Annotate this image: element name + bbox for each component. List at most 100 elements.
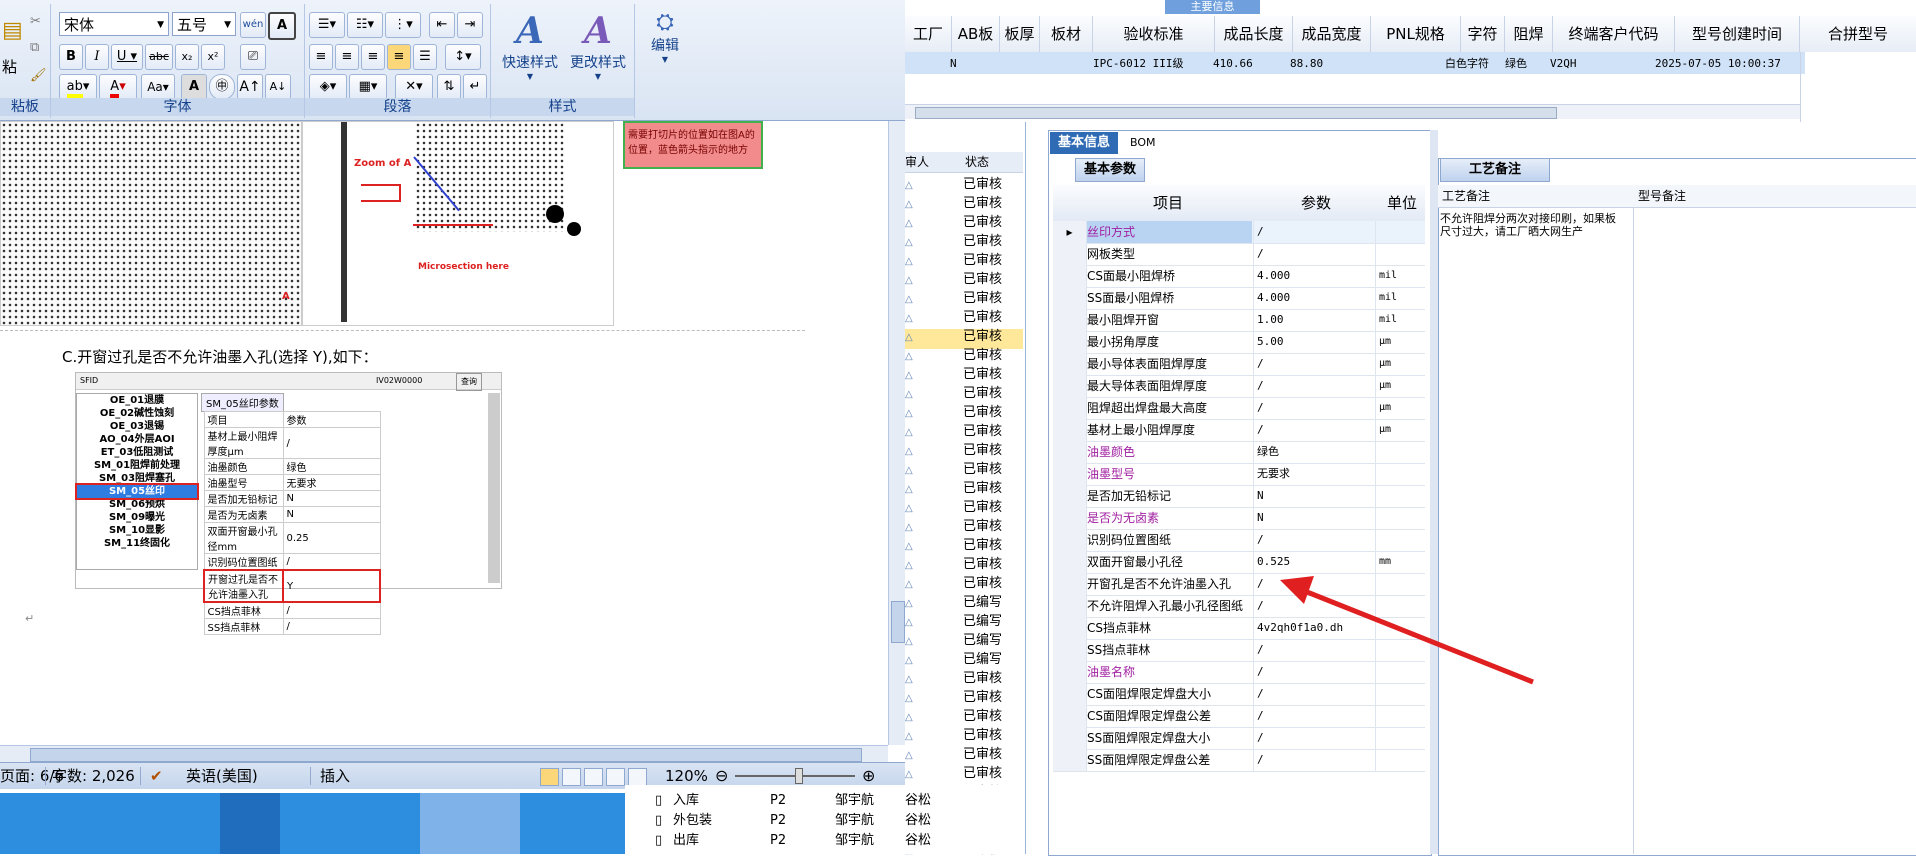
process-row[interactable]: △ 已审核 [905, 365, 1025, 384]
process-row[interactable]: △ 已编写 [905, 612, 1025, 631]
param-value[interactable]: / [1253, 727, 1377, 749]
param-value[interactable]: 5.00 [1253, 331, 1377, 353]
align-right-icon[interactable]: ≡ [361, 44, 385, 70]
reading-layout-icon[interactable] [562, 768, 581, 786]
process-bottom-row[interactable]: ▯ 入库 P2 邹宇航 谷松 [625, 791, 1025, 811]
enclose-char-icon[interactable]: ㊥ [209, 74, 235, 100]
process-row[interactable]: △ 已审核 [905, 555, 1025, 574]
process-row[interactable]: △ 已审核 [905, 574, 1025, 593]
row-header[interactable] [1053, 705, 1087, 727]
row-header[interactable] [1053, 639, 1087, 661]
process-row[interactable]: △ 已审核 [905, 175, 1025, 194]
process-bottom-row[interactable]: ▯ 外包装 P2 邹宇航 谷松 [625, 811, 1025, 831]
process-row[interactable]: △ 已审核 [905, 346, 1025, 365]
row-header[interactable] [1053, 551, 1087, 573]
param-value[interactable]: N [1253, 507, 1377, 529]
subscript-icon[interactable]: x₂ [175, 44, 199, 70]
process-row[interactable]: △ 已审核 [905, 669, 1025, 688]
param-value[interactable]: 4.000 [1253, 287, 1377, 309]
line-spacing-icon[interactable]: ↕▾ [445, 44, 481, 70]
column-header[interactable]: AB板 [952, 16, 1000, 52]
column-header[interactable]: 成品长度 [1215, 16, 1293, 52]
draft-icon[interactable] [628, 768, 647, 786]
multilevel-list-icon[interactable]: ⋮▾ [385, 12, 421, 38]
char-shading-icon[interactable]: A [181, 74, 207, 100]
row-header[interactable] [1053, 661, 1087, 683]
underline-icon[interactable]: U ▾ [111, 44, 143, 70]
process-row[interactable]: △ 已审核 [905, 251, 1025, 270]
format-painter-icon[interactable]: 🖌 [30, 68, 47, 83]
param-row[interactable]: 识别码位置图纸 / [1053, 529, 1425, 552]
align-left-icon[interactable]: ≡ [309, 44, 333, 70]
row-header[interactable] [1053, 749, 1087, 771]
tab-basic-info[interactable]: 基本信息 [1050, 132, 1119, 154]
process-row[interactable]: △ 已审核 [905, 422, 1025, 441]
param-row[interactable]: 基材上最小阻焊厚度 / μm [1053, 419, 1425, 442]
param-value[interactable]: 1.00 [1253, 309, 1377, 331]
param-row[interactable]: 是否为无卤素 N [1053, 507, 1425, 530]
row-header[interactable] [1053, 243, 1087, 265]
quick-styles-button[interactable]: A 快速样式 ▼ [495, 10, 565, 81]
param-value[interactable]: / [1253, 353, 1377, 375]
grow-font-icon[interactable]: A↑ [237, 74, 263, 100]
process-row[interactable]: △ 已审核 [905, 707, 1025, 726]
tab-process-notes[interactable]: 工艺备注 [1440, 158, 1550, 182]
column-header[interactable]: 阻焊 [1505, 16, 1553, 52]
main-grid-hscroll[interactable] [905, 104, 1800, 119]
row-header[interactable] [1053, 683, 1087, 705]
param-value[interactable]: / [1253, 375, 1377, 397]
column-header[interactable]: 型号创建时间 [1675, 16, 1800, 52]
copy-icon[interactable]: ⧉ [30, 40, 39, 55]
process-note-text[interactable]: 不允许阻焊分两次对接印刷，如果板尺寸过大，请工厂晒大网生产 [1440, 212, 1620, 238]
column-header[interactable]: 成品宽度 [1293, 16, 1371, 52]
row-header[interactable] [1053, 375, 1087, 397]
param-row[interactable]: 最大导体表面阻焊厚度 / μm [1053, 375, 1425, 398]
param-row[interactable]: 是否加无铅标记 N [1053, 485, 1425, 508]
param-value[interactable]: 无要求 [1253, 463, 1377, 485]
chinese-layout-icon[interactable]: ✕▾ [395, 74, 433, 100]
font-size-select[interactable]: 五号 ▼ [172, 12, 236, 36]
borders-icon[interactable]: ▦▾ [349, 74, 387, 100]
hscroll-thumb[interactable] [30, 748, 862, 762]
row-header[interactable] [1053, 309, 1087, 331]
column-header[interactable]: 验收标准 [1093, 16, 1215, 52]
param-value[interactable]: / [1253, 749, 1377, 771]
taskbar-item[interactable] [220, 793, 280, 854]
process-row[interactable]: △ 已编写 [905, 650, 1025, 669]
change-styles-button[interactable]: A 更改样式 ▼ [563, 10, 633, 81]
shading-icon[interactable]: ◈▾ [309, 74, 347, 100]
process-row[interactable]: △ 已审核 [905, 403, 1025, 422]
clear-format-icon[interactable]: ⎚ [240, 44, 266, 70]
taskbar-item[interactable] [420, 793, 520, 854]
scroll-thumb[interactable] [891, 601, 905, 643]
param-row[interactable]: SS面阻焊限定焊盘大小 / [1053, 727, 1425, 750]
process-row[interactable]: △ 已审核 [905, 517, 1025, 536]
bullets-icon[interactable]: ☰▾ [309, 12, 345, 38]
vertical-scrollbar[interactable] [888, 121, 905, 745]
increase-indent-icon[interactable]: ⇥ [457, 12, 483, 38]
paste-label[interactable]: 粘 [2, 56, 17, 77]
process-row[interactable]: △ 已审核 [905, 536, 1025, 555]
param-row[interactable]: 油墨型号 无要求 [1053, 463, 1425, 486]
process-row[interactable]: △ 已审核 [905, 384, 1025, 403]
param-row[interactable]: 最小拐角厚度 5.00 μm [1053, 331, 1425, 354]
param-row[interactable]: 网板类型 / [1053, 243, 1425, 266]
numbering-icon[interactable]: ☷▾ [347, 12, 383, 38]
bold-icon[interactable]: B [59, 44, 83, 70]
row-header[interactable] [1053, 265, 1087, 287]
outline-icon[interactable] [606, 768, 625, 786]
process-row[interactable]: △ 已审核 [905, 232, 1025, 251]
process-row[interactable]: △ 已审核 [905, 764, 1025, 783]
edit-button[interactable]: ⛭ 编辑 ▼ [640, 10, 690, 64]
param-value[interactable]: / [1253, 705, 1377, 727]
process-row[interactable]: △ 已审核 [905, 688, 1025, 707]
process-row[interactable]: △ 已审核 [905, 745, 1025, 764]
process-row[interactable]: △ 已审核 [905, 460, 1025, 479]
row-header[interactable] [1053, 441, 1087, 463]
row-header[interactable] [1053, 463, 1087, 485]
row-header[interactable] [1053, 353, 1087, 375]
process-row[interactable]: △ 已编写 [905, 631, 1025, 650]
process-row[interactable]: △ 已编写 [905, 593, 1025, 612]
process-row[interactable]: △ 已审核 [905, 327, 1025, 346]
row-header[interactable] [1053, 573, 1087, 595]
